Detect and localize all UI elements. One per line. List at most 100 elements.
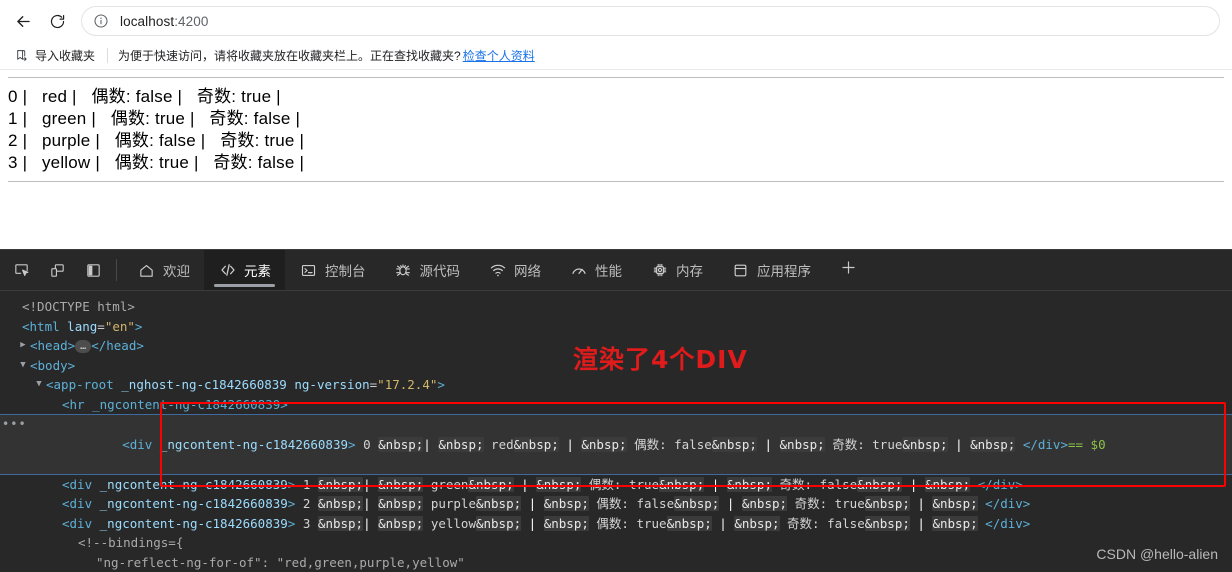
div-open-tag: <div <box>62 515 93 531</box>
code-icon <box>218 261 237 280</box>
devtools-panel: 欢迎 元素 控制台 源代码 网络 性能 内存 应用程序 <!DOCTYPE ht… <box>0 249 1232 572</box>
doctype-text: <!DOCTYPE html> <box>22 299 135 314</box>
nbsp-entity: &nbsp; <box>543 515 589 531</box>
tab-console-label: 控制台 <box>325 264 366 279</box>
tab-elements[interactable]: 元素 <box>204 250 285 290</box>
dom-line-doctype[interactable]: <!DOCTYPE html> <box>0 297 1232 317</box>
check-profile-link[interactable]: 检查个人资料 <box>463 49 535 63</box>
nbsp-entity: &nbsp; <box>902 436 948 452</box>
reload-button[interactable] <box>40 4 74 38</box>
inspect-element-icon <box>13 262 30 279</box>
info-circle-icon[interactable] <box>93 13 110 30</box>
device-toolbar-button[interactable] <box>44 257 70 283</box>
dom-tree[interactable]: <!DOCTYPE html> <html lang="en"> ▶ <head>… <box>0 291 1232 572</box>
nbsp-entity: &nbsp; <box>726 476 772 492</box>
bookmarks-promo-text: 为便于快速访问，请将收藏夹放在收藏夹栏上。正在查找收藏夹? <box>118 49 461 63</box>
tab-performance-label: 性能 <box>595 264 622 279</box>
pipe-char: | <box>521 476 529 492</box>
address-port: :4200 <box>174 13 209 29</box>
dom-line-div-1[interactable]: <div _ngcontent-ng-c1842660839> 1 &nbsp;… <box>0 475 1232 495</box>
tab-application-label: 应用程序 <box>757 264 811 279</box>
pipe-char: | <box>363 476 371 492</box>
dom-line-app-root[interactable]: ▼ <app-root _nghost-ng-c1842660839 ng-ver… <box>0 375 1232 395</box>
collapsed-children-badge[interactable]: … <box>75 340 92 353</box>
memory-chip-icon <box>650 261 669 280</box>
tab-performance[interactable]: 性能 <box>555 250 636 290</box>
div-even-label: 偶数: <box>588 476 622 492</box>
dock-side-icon <box>85 262 102 279</box>
tab-application[interactable]: 应用程序 <box>717 250 825 290</box>
nbsp-entity: &nbsp; <box>475 515 522 531</box>
nbsp-entity: &nbsp; <box>779 436 825 452</box>
bookmarks-bar: 导入收藏夹 为便于快速访问，请将收藏夹放在收藏夹栏上。正在查找收藏夹? 检查个人资… <box>0 42 1232 69</box>
annotation-label: 渲染了4个DIV <box>573 345 748 374</box>
add-panel-button[interactable] <box>825 250 872 290</box>
div-odd-label: 奇数: <box>779 476 813 492</box>
tab-sources-label: 源代码 <box>419 264 461 279</box>
nbsp-entity: &nbsp; <box>857 476 903 492</box>
div-open-tag: <div <box>62 476 93 492</box>
nbsp-entity: &nbsp; <box>378 436 424 452</box>
div-odd-label: 奇数: <box>794 496 828 511</box>
plus-icon <box>839 258 858 282</box>
address-bar-text: localhost:4200 <box>120 14 208 29</box>
navigation-bar: localhost:4200 <box>0 0 1232 42</box>
dom-line-div-2[interactable]: <div _ngcontent-ng-c1842660839> 2 &nbsp;… <box>0 494 1232 514</box>
chevron-down-icon[interactable]: ▼ <box>34 375 44 395</box>
nbsp-entity: &nbsp; <box>581 436 627 452</box>
div-ngcontent-attr: _ngcontent-ng-c1842660839 <box>99 476 288 492</box>
dom-line-div-0[interactable]: ••• <div _ngcontent-ng-c1842660839> 0 &nb… <box>0 414 1232 475</box>
tab-memory[interactable]: 内存 <box>636 250 717 290</box>
nbsp-entity: &nbsp; <box>378 476 424 492</box>
bindings-value-text: "red,green,purple,yellow" <box>276 554 465 570</box>
nbsp-entity: &nbsp; <box>475 496 522 511</box>
tab-network[interactable]: 网络 <box>474 250 555 290</box>
dock-side-button[interactable] <box>80 257 106 283</box>
nbsp-entity: &nbsp; <box>438 436 484 452</box>
chevron-right-icon[interactable]: ▶ <box>18 336 28 356</box>
browser-chrome: localhost:4200 导入收藏夹 为便于快速访问，请将收藏夹放在收藏夹栏… <box>0 0 1232 69</box>
watermark: CSDN @hello-alien <box>1096 545 1218 562</box>
div-odd-value: false <box>819 476 858 492</box>
nbsp-entity: &nbsp; <box>317 496 364 511</box>
bookmarks-promo: 为便于快速访问，请将收藏夹放在收藏夹栏上。正在查找收藏夹? 检查个人资料 <box>118 47 535 64</box>
nbsp-entity: &nbsp; <box>970 436 1016 452</box>
import-bookmarks-button[interactable]: 导入收藏夹 <box>9 45 101 66</box>
inspect-element-button[interactable] <box>8 257 34 283</box>
dom-line-div-3[interactable]: <div _ngcontent-ng-c1842660839> 3 &nbsp;… <box>0 514 1232 534</box>
toolbar-divider <box>116 259 117 281</box>
div-close-tag: </div> <box>1022 436 1068 452</box>
div-close-tag: </div> <box>985 496 1031 511</box>
arrow-left-icon <box>14 12 33 31</box>
database-icon <box>731 261 750 280</box>
dom-line-hr-top[interactable]: <hr _ngcontent-ng-c1842660839> <box>0 395 1232 415</box>
nbsp-entity: &nbsp; <box>674 496 720 511</box>
tab-sources[interactable]: 源代码 <box>380 250 475 290</box>
page-row: 2 | purple | 偶数: false | 奇数: true | <box>8 131 305 150</box>
div-open-tag: <div <box>62 496 93 511</box>
tab-welcome[interactable]: 欢迎 <box>123 250 204 290</box>
back-button[interactable] <box>6 4 40 38</box>
dom-line-html[interactable]: <html lang="en"> <box>0 317 1232 337</box>
more-options-icon[interactable]: ••• <box>2 415 27 435</box>
pipe-char: | <box>423 436 431 452</box>
div-ngcontent-attr: _ngcontent-ng-c1842660839 <box>159 436 349 452</box>
head-close-tag: </head> <box>91 338 144 353</box>
div-color-text: yellow <box>430 515 476 531</box>
tab-console[interactable]: 控制台 <box>285 250 380 290</box>
chevron-down-icon[interactable]: ▼ <box>18 356 28 376</box>
hr-top-tag: <hr _ngcontent-ng-c1842660839> <box>62 396 288 412</box>
app-root-nghost-attr: _nghost-ng-c1842660839 <box>121 377 287 392</box>
address-bar[interactable]: localhost:4200 <box>81 6 1220 36</box>
nbsp-entity: &nbsp; <box>924 476 971 492</box>
tab-memory-label: 内存 <box>676 264 703 279</box>
devtools-tabs: 欢迎 元素 控制台 源代码 网络 性能 内存 应用程序 <box>123 250 1232 290</box>
div-odd-value: false <box>827 515 865 531</box>
page-row: 3 | yellow | 偶数: true | 奇数: false | <box>8 153 305 172</box>
app-root-ngversion-value: "17.2.4" <box>377 377 438 392</box>
tab-network-label: 网络 <box>514 264 541 279</box>
pipe-char: | <box>363 515 371 531</box>
body-open-tag: <body> <box>30 357 76 373</box>
pipe-char: | <box>955 436 963 452</box>
div-color-text: red <box>491 436 514 452</box>
